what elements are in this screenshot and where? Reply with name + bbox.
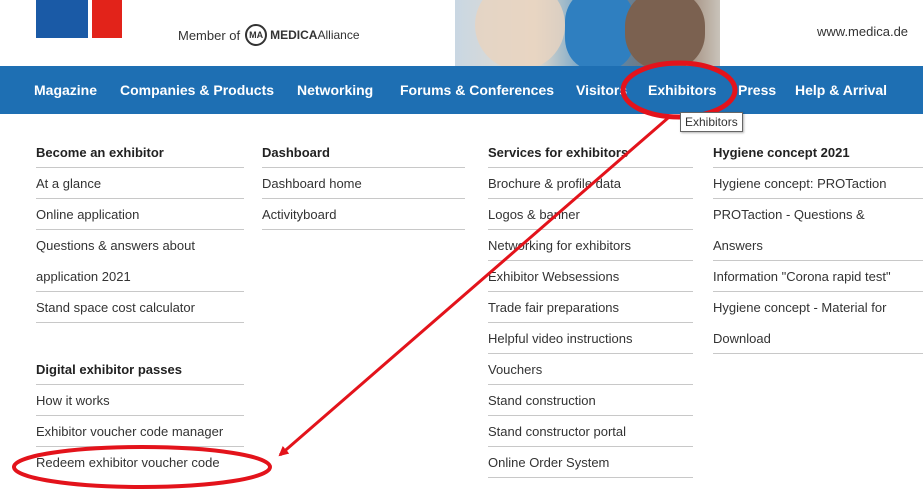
menu-heading-services-for-exhibitors[interactable]: Services for exhibitors [488, 137, 693, 168]
menu-heading-digital-exhibitor-passes[interactable]: Digital exhibitor passes [36, 354, 244, 385]
medica-logo-blue-block[interactable] [36, 0, 88, 38]
nav-item-visitors[interactable]: Visitors [576, 82, 627, 98]
exhibitors-tooltip: Exhibitors [680, 112, 743, 132]
menu-link-questions-answers-line1[interactable]: Questions & answers about [36, 230, 244, 261]
menu-link-protaction-qa-line1[interactable]: PROTaction - Questions & [713, 199, 923, 230]
alliance-brand-rest: Alliance [317, 28, 360, 42]
nav-item-press[interactable]: Press [738, 82, 776, 98]
member-prefix-text: Member of [178, 27, 241, 43]
member-of-alliance[interactable]: Member of MA MEDICAAlliance [178, 24, 360, 46]
alliance-mark-icon: MA [245, 24, 268, 46]
menu-link-hygiene-protaction[interactable]: Hygiene concept: PROTaction [713, 168, 923, 199]
medica-logo-red-block[interactable] [92, 0, 122, 38]
menu-link-stand-space-calculator[interactable]: Stand space cost calculator [36, 292, 244, 323]
menu-column-become-exhibitor: Become an exhibitor At a glance Online a… [36, 137, 244, 478]
site-url[interactable]: www.medica.de [817, 24, 908, 39]
menu-link-questions-answers-line2[interactable]: application 2021 [36, 261, 244, 292]
menu-link-protaction-qa-line2[interactable]: Answers [713, 230, 923, 261]
nav-item-magazine[interactable]: Magazine [34, 82, 97, 98]
nav-item-networking[interactable]: Networking [297, 82, 373, 98]
menu-link-hygiene-material-line2[interactable]: Download [713, 323, 923, 354]
menu-link-activityboard[interactable]: Activityboard [262, 199, 465, 230]
menu-link-dashboard-home[interactable]: Dashboard home [262, 168, 465, 199]
medica-alliance-logo: MA MEDICAAlliance [245, 24, 360, 46]
menu-link-how-it-works[interactable]: How it works [36, 385, 244, 416]
nav-item-exhibitors[interactable]: Exhibitors [648, 82, 716, 98]
menu-spacer [36, 323, 244, 354]
menu-link-voucher-code-manager[interactable]: Exhibitor voucher code manager [36, 416, 244, 447]
menu-link-video-instructions[interactable]: Helpful video instructions [488, 323, 693, 354]
menu-heading-dashboard[interactable]: Dashboard [262, 137, 465, 168]
menu-link-exhibitor-websessions[interactable]: Exhibitor Websessions [488, 261, 693, 292]
nav-item-companies-products[interactable]: Companies & Products [120, 82, 274, 98]
menu-column-hygiene: Hygiene concept 2021 Hygiene concept: PR… [713, 137, 923, 354]
menu-link-vouchers[interactable]: Vouchers [488, 354, 693, 385]
menu-link-stand-constructor-portal[interactable]: Stand constructor portal [488, 416, 693, 447]
menu-link-logos-banner[interactable]: Logos & banner [488, 199, 693, 230]
nav-item-forums-conferences[interactable]: Forums & Conferences [400, 82, 554, 98]
alliance-brand-bold: MEDICA [270, 28, 318, 42]
site-header: Member of MA MEDICAAlliance www.medica.d… [0, 0, 923, 66]
menu-column-services: Services for exhibitors Brochure & profi… [488, 137, 693, 478]
menu-column-dashboard: Dashboard Dashboard home Activityboard [262, 137, 465, 230]
menu-link-at-a-glance[interactable]: At a glance [36, 168, 244, 199]
menu-link-brochure-profile[interactable]: Brochure & profile data [488, 168, 693, 199]
menu-link-online-order-system[interactable]: Online Order System [488, 447, 693, 478]
menu-heading-become-exhibitor[interactable]: Become an exhibitor [36, 137, 244, 168]
menu-link-corona-rapid-test[interactable]: Information "Corona rapid test" [713, 261, 923, 292]
menu-link-networking-exhibitors[interactable]: Networking for exhibitors [488, 230, 693, 261]
menu-heading-hygiene-concept[interactable]: Hygiene concept 2021 [713, 137, 923, 168]
menu-link-hygiene-material-line1[interactable]: Hygiene concept - Material for [713, 292, 923, 323]
main-nav: Magazine Companies & Products Networking… [0, 66, 923, 114]
menu-link-redeem-voucher-code[interactable]: Redeem exhibitor voucher code [36, 447, 244, 478]
menu-link-trade-fair-preparations[interactable]: Trade fair preparations [488, 292, 693, 323]
nav-item-help-arrival[interactable]: Help & Arrival [795, 82, 887, 98]
header-hero-image [455, 0, 720, 66]
menu-link-online-application[interactable]: Online application [36, 199, 244, 230]
menu-link-stand-construction[interactable]: Stand construction [488, 385, 693, 416]
